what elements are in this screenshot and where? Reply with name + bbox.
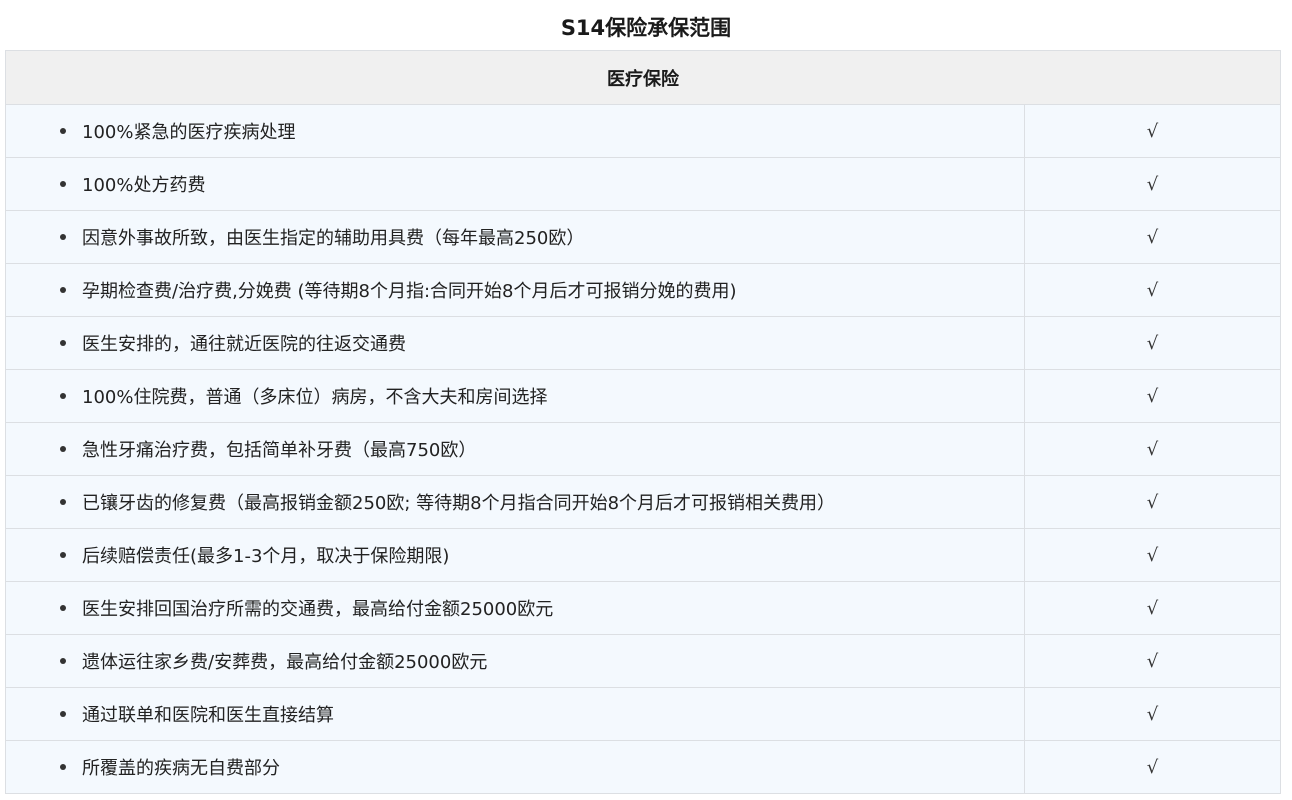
table-row: 医生安排回国治疗所需的交通费，最高给付金额25000欧元 √ bbox=[5, 581, 1281, 635]
table-row: 急性牙痛治疗费，包括简单补牙费（最高750欧） √ bbox=[5, 422, 1281, 476]
bullet-icon bbox=[60, 181, 66, 187]
coverage-item-text: 通过联单和医院和医生直接结算 bbox=[82, 705, 334, 726]
check-mark: √ bbox=[1024, 528, 1281, 582]
bullet-icon bbox=[60, 605, 66, 611]
coverage-item-text: 医生安排回国治疗所需的交通费，最高给付金额25000欧元 bbox=[82, 599, 554, 620]
coverage-item-text: 100%处方药费 bbox=[82, 175, 206, 196]
coverage-item-text: 急性牙痛治疗费，包括简单补牙费（最高750欧） bbox=[82, 440, 477, 461]
table-row: 孕期检查费/治疗费,分娩费 (等待期8个月指:合同开始8个月后才可报销分娩的费用… bbox=[5, 263, 1281, 317]
coverage-item-text: 100%住院费，普通（多床位）病房，不含大夫和房间选择 bbox=[82, 387, 548, 408]
section-header-row: 医疗保险 bbox=[5, 50, 1281, 105]
coverage-item-cell: 孕期检查费/治疗费,分娩费 (等待期8个月指:合同开始8个月后才可报销分娩的费用… bbox=[5, 263, 1025, 317]
bullet-icon bbox=[60, 658, 66, 664]
bullet-icon bbox=[60, 234, 66, 240]
coverage-item-cell: 急性牙痛治疗费，包括简单补牙费（最高750欧） bbox=[5, 422, 1025, 476]
check-mark: √ bbox=[1024, 210, 1281, 264]
coverage-item-cell: 医生安排的，通往就近医院的往返交通费 bbox=[5, 316, 1025, 370]
coverage-item-text: 100%紧急的医疗疾病处理 bbox=[82, 122, 296, 143]
coverage-item-cell: 100%处方药费 bbox=[5, 157, 1025, 211]
check-mark: √ bbox=[1024, 369, 1281, 423]
coverage-item-cell: 后续赔偿责任(最多1-3个月，取决于保险期限) bbox=[5, 528, 1025, 582]
check-mark: √ bbox=[1024, 263, 1281, 317]
coverage-item-text: 医生安排的，通往就近医院的往返交通费 bbox=[82, 334, 406, 355]
table-row: 已镶牙齿的修复费（最高报销金额250欧; 等待期8个月指合同开始8个月后才可报销… bbox=[5, 475, 1281, 529]
check-mark: √ bbox=[1024, 316, 1281, 370]
table-row: 100%住院费，普通（多床位）病房，不含大夫和房间选择 √ bbox=[5, 369, 1281, 423]
check-mark: √ bbox=[1024, 740, 1281, 794]
coverage-rows: 100%紧急的医疗疾病处理 √ 100%处方药费 √ 因意外事故所致，由医生指定… bbox=[5, 104, 1281, 794]
coverage-item-cell: 因意外事故所致，由医生指定的辅助用具费（每年最高250欧） bbox=[5, 210, 1025, 264]
coverage-item-cell: 医生安排回国治疗所需的交通费，最高给付金额25000欧元 bbox=[5, 581, 1025, 635]
check-mark: √ bbox=[1024, 634, 1281, 688]
table-row: 通过联单和医院和医生直接结算 √ bbox=[5, 687, 1281, 741]
bullet-icon bbox=[60, 446, 66, 452]
bullet-icon bbox=[60, 764, 66, 770]
bullet-icon bbox=[60, 128, 66, 134]
check-mark: √ bbox=[1024, 104, 1281, 158]
coverage-item-cell: 已镶牙齿的修复费（最高报销金额250欧; 等待期8个月指合同开始8个月后才可报销… bbox=[5, 475, 1025, 529]
coverage-item-text: 孕期检查费/治疗费,分娩费 (等待期8个月指:合同开始8个月后才可报销分娩的费用… bbox=[82, 281, 737, 302]
coverage-item-text: 遗体运往家乡费/安葬费，最高给付金额25000欧元 bbox=[82, 652, 488, 673]
table-row: 后续赔偿责任(最多1-3个月，取决于保险期限) √ bbox=[5, 528, 1281, 582]
table-row: 因意外事故所致，由医生指定的辅助用具费（每年最高250欧） √ bbox=[5, 210, 1281, 264]
page-title: S14保险承保范围 bbox=[560, 16, 732, 40]
check-mark: √ bbox=[1024, 422, 1281, 476]
coverage-item-cell: 100%住院费，普通（多床位）病房，不含大夫和房间选择 bbox=[5, 369, 1025, 423]
check-mark: √ bbox=[1024, 157, 1281, 211]
table-row: 医生安排的，通往就近医院的往返交通费 √ bbox=[5, 316, 1281, 370]
coverage-item-cell: 100%紧急的医疗疾病处理 bbox=[5, 104, 1025, 158]
bullet-icon bbox=[60, 287, 66, 293]
table-row: 100%处方药费 √ bbox=[5, 157, 1281, 211]
coverage-item-cell: 所覆盖的疾病无自费部分 bbox=[5, 740, 1025, 794]
check-mark: √ bbox=[1024, 687, 1281, 741]
table-row: 遗体运往家乡费/安葬费，最高给付金额25000欧元 √ bbox=[5, 634, 1281, 688]
bullet-icon bbox=[60, 499, 66, 505]
bullet-icon bbox=[60, 552, 66, 558]
coverage-item-text: 后续赔偿责任(最多1-3个月，取决于保险期限) bbox=[82, 546, 450, 567]
table-row: 所覆盖的疾病无自费部分 √ bbox=[5, 740, 1281, 794]
coverage-item-text: 已镶牙齿的修复费（最高报销金额250欧; 等待期8个月指合同开始8个月后才可报销… bbox=[82, 493, 836, 514]
coverage-item-cell: 通过联单和医院和医生直接结算 bbox=[5, 687, 1025, 741]
check-mark: √ bbox=[1024, 581, 1281, 635]
coverage-item-cell: 遗体运往家乡费/安葬费，最高给付金额25000欧元 bbox=[5, 634, 1025, 688]
section-header: 医疗保险 bbox=[5, 50, 1281, 105]
coverage-item-text: 因意外事故所致，由医生指定的辅助用具费（每年最高250欧） bbox=[82, 228, 585, 249]
check-mark: √ bbox=[1024, 475, 1281, 529]
coverage-table: 医疗保险 100%紧急的医疗疾病处理 √ 100%处方药费 √ 因意外事故所致，… bbox=[5, 50, 1281, 794]
bullet-icon bbox=[60, 711, 66, 717]
page: S14保险承保范围 医疗保险 100%紧急的医疗疾病处理 √ 100%处方药费 … bbox=[0, 0, 1292, 800]
bullet-icon bbox=[60, 340, 66, 346]
bullet-icon bbox=[60, 393, 66, 399]
coverage-item-text: 所覆盖的疾病无自费部分 bbox=[82, 758, 280, 779]
table-row: 100%紧急的医疗疾病处理 √ bbox=[5, 104, 1281, 158]
